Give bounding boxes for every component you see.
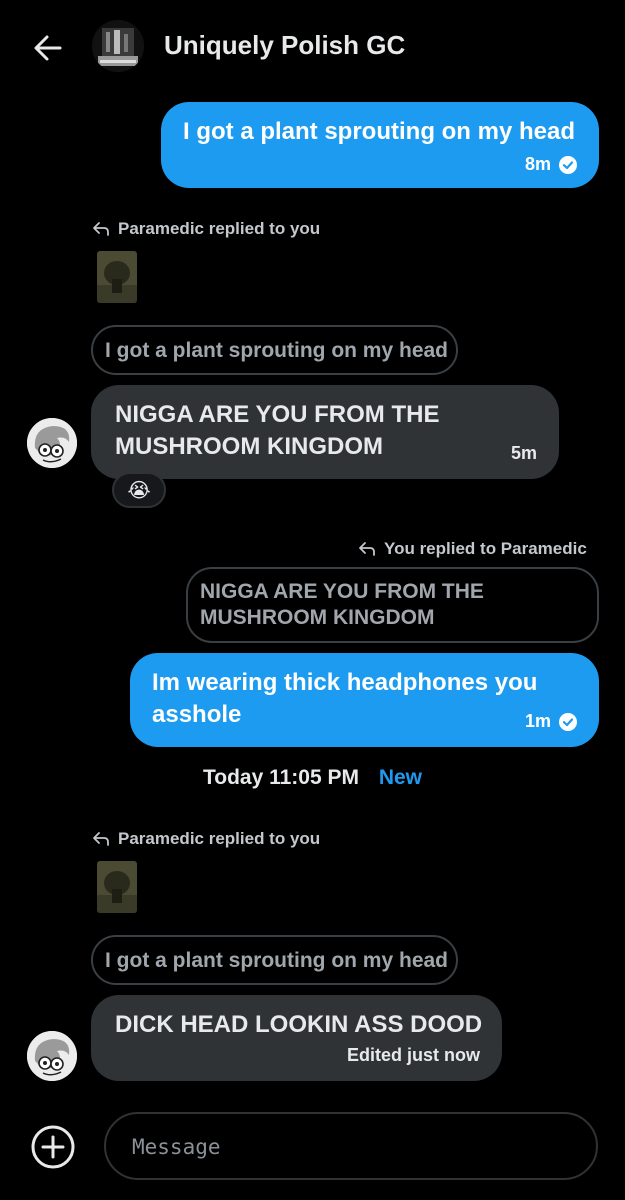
reply-header-text: Paramedic replied to you [118, 829, 321, 848]
date-divider: Today 11:05 PM New [0, 766, 625, 790]
paramedic-avatar[interactable] [27, 1031, 77, 1081]
quoted-text: I got a plant sprouting on my head [105, 949, 449, 972]
message-text: DICK HEAD LOOKIN ASS DOOD [115, 1011, 483, 1038]
reaction-badge[interactable]: 😭 [112, 472, 166, 508]
message-text-line1: Im wearing thick headphones you [152, 669, 538, 696]
quoted-message[interactable]: I got a plant sprouting on my head [91, 935, 458, 985]
message-text-line2: MUSHROOM KINGDOM [115, 433, 383, 460]
quoted-message[interactable]: I got a plant sprouting on my head [91, 325, 458, 375]
message-meta: 8m [525, 154, 577, 175]
message-time: 5m [511, 443, 538, 463]
message-text-line2: asshole [152, 701, 242, 728]
check-circle-icon [559, 155, 577, 174]
message-input[interactable] [130, 1128, 574, 1166]
reply-header: You replied to Paramedic [358, 539, 587, 559]
incoming-message[interactable]: DICK HEAD LOOKIN ASS DOOD Edited just no… [91, 995, 502, 1081]
conversation-title[interactable]: Uniquely Polish GC [164, 30, 405, 61]
paramedic-avatar[interactable] [27, 418, 77, 468]
quoted-message[interactable]: NIGGA ARE YOU FROM THE MUSHROOM KINGDOM [186, 567, 599, 643]
reply-header: Paramedic replied to you [92, 829, 320, 849]
message-time: 8m [524, 154, 551, 174]
edited-status: Edited just now [347, 1045, 480, 1065]
message-composer[interactable] [104, 1112, 598, 1180]
reply-arrow-icon [93, 222, 109, 236]
reply-header: Paramedic replied to you [92, 219, 320, 239]
outgoing-message[interactable]: Im wearing thick headphones you asshole … [130, 653, 599, 747]
conversation-header: Uniquely Polish GC [0, 0, 625, 96]
mushroom-thumbnail[interactable] [97, 861, 137, 913]
message-text-line1: NIGGA ARE YOU FROM THE [115, 401, 440, 428]
outgoing-message[interactable]: I got a plant sprouting on my head 8m [161, 102, 599, 188]
quoted-text-line2: MUSHROOM KINGDOM [200, 606, 435, 629]
quoted-text: I got a plant sprouting on my head [105, 339, 449, 362]
group-avatar[interactable] [92, 20, 144, 72]
message-text: I got a plant sprouting on my head [183, 118, 576, 145]
check-circle-icon [559, 712, 577, 731]
reply-arrow-icon [93, 832, 109, 846]
reply-header-text: Paramedic replied to you [118, 219, 321, 238]
reply-header-text: You replied to Paramedic [384, 539, 587, 558]
mushroom-thumbnail[interactable] [97, 251, 137, 303]
plus-circle-icon[interactable] [30, 1124, 76, 1170]
message-time: 1m [524, 711, 551, 731]
quoted-text-line1: NIGGA ARE YOU FROM THE [200, 580, 484, 603]
message-meta: 1m [525, 711, 577, 732]
divider-time: Today 11:05 PM [202, 766, 359, 789]
new-label: New [378, 766, 423, 789]
arrow-left-icon[interactable] [30, 30, 66, 66]
incoming-message[interactable]: NIGGA ARE YOU FROM THE MUSHROOM KINGDOM … [91, 385, 559, 479]
reply-arrow-icon [359, 542, 375, 556]
